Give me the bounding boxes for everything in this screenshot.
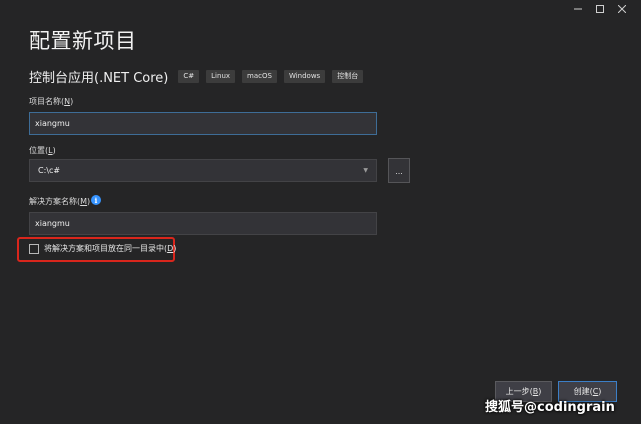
- tag-macos: macOS: [242, 70, 277, 83]
- browse-button[interactable]: ...: [388, 158, 410, 183]
- project-name-value: xiangmu: [35, 119, 70, 128]
- tag-csharp: C#: [178, 70, 200, 83]
- tag-windows: Windows: [283, 70, 326, 83]
- location-label: 位置(L): [29, 146, 56, 155]
- same-directory-checkbox[interactable]: [29, 243, 39, 254]
- solution-name-hotkey: M: [80, 197, 88, 206]
- project-name-label: 项目名称(N): [29, 97, 74, 106]
- info-icon[interactable]: i: [91, 195, 101, 205]
- location-value: C:\c#: [38, 166, 61, 175]
- minimize-icon[interactable]: [567, 2, 589, 16]
- window-controls: [567, 2, 633, 16]
- watermark: 搜狐号@codingrain: [485, 400, 615, 415]
- page-title: 配置新项目: [29, 29, 137, 53]
- solution-name-label: 解决方案名称(M): [29, 197, 91, 206]
- tag-linux: Linux: [206, 70, 236, 83]
- project-name-hotkey: N: [64, 97, 71, 106]
- location-select[interactable]: C:\c# ▼: [29, 159, 377, 182]
- tag-console: 控制台: [332, 70, 364, 83]
- location-hotkey: L: [48, 146, 53, 155]
- same-directory-label: 将解决方案和项目放在同一目录中(D): [44, 244, 177, 253]
- chevron-down-icon: ▼: [363, 167, 368, 174]
- create-hotkey: C: [592, 387, 599, 396]
- solution-name-value: xiangmu: [35, 219, 70, 228]
- close-icon[interactable]: [611, 2, 633, 16]
- same-directory-hotkey: D: [167, 244, 174, 253]
- same-directory-option[interactable]: 将解决方案和项目放在同一目录中(D): [29, 243, 176, 254]
- maximize-icon[interactable]: [589, 2, 611, 16]
- template-info: 控制台应用(.NET Core) C# Linux macOS Windows …: [29, 67, 370, 86]
- back-hotkey: B: [532, 387, 539, 396]
- project-name-input[interactable]: xiangmu: [29, 112, 377, 135]
- solution-name-input[interactable]: xiangmu: [29, 212, 377, 235]
- template-name: 控制台应用(.NET Core): [29, 71, 169, 86]
